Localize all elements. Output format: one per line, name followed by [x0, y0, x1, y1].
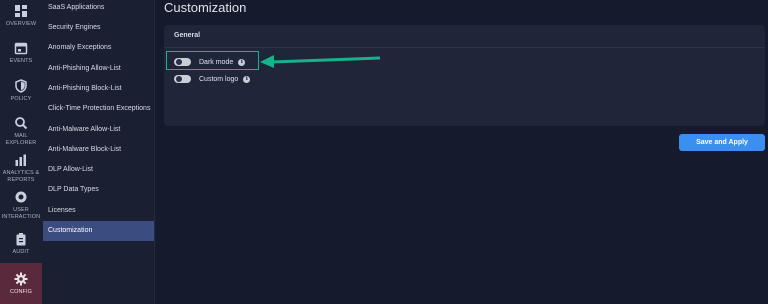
rail-label-events: EVENTS [9, 58, 33, 64]
submenu-item-security-engines[interactable]: Security Engines [43, 18, 154, 38]
setting-row-custom-logo: Custom logo i [174, 73, 251, 85]
toggle-knob [176, 76, 182, 82]
rail-label-analytics-reports: ANALYTICS & REPORTS [2, 170, 40, 183]
rail-item-audit[interactable]: AUDIT [0, 232, 42, 256]
section-heading: General [174, 32, 201, 39]
user-interaction-icon [15, 191, 27, 203]
submenu-item-licenses[interactable]: Licenses [43, 201, 154, 221]
rail-label-overview: OVERVIEW [5, 21, 37, 27]
rail-label-mail-explorer: MAIL EXPLORER [5, 133, 37, 146]
clipboard-icon [16, 233, 26, 246]
submenu-item-anti-phishing-allow-list[interactable]: Anti-Phishing Allow-List [43, 59, 154, 79]
rail-item-analytics-reports[interactable]: ANALYTICS & REPORTS [0, 153, 42, 184]
submenu-item-click-time-protection-exceptions[interactable]: Click-Time Protection Exceptions [43, 99, 154, 119]
submenu-item-dlp-allow-list[interactable]: DLP Allow-List [43, 160, 154, 180]
submenu-item-saas-applications[interactable]: SaaS Applications [43, 0, 154, 18]
page-title: Customization [164, 0, 247, 15]
submenu-item-anti-malware-block-list[interactable]: Anti-Malware Block-List [43, 140, 154, 160]
dashboard-icon [15, 5, 27, 17]
annotation-highlight-box [166, 51, 259, 70]
left-nav-rail: OVERVIEW EVENTS POLICY MAIL EXPLORER ANA… [0, 0, 43, 304]
rail-item-events[interactable]: EVENTS [0, 41, 42, 65]
rail-label-user-interaction: USER INTERACTION [1, 207, 41, 220]
annotation-arrow-icon [260, 55, 381, 68]
info-icon[interactable]: i [243, 75, 251, 83]
search-icon [15, 117, 28, 130]
submenu-item-customization[interactable]: Customization [43, 221, 154, 241]
submenu-item-anti-malware-allow-list[interactable]: Anti-Malware Allow-List [43, 120, 154, 140]
submenu-item-anti-phishing-block-list[interactable]: Anti-Phishing Block-List [43, 79, 154, 99]
submenu-item-dlp-data-types[interactable]: DLP Data Types [43, 180, 154, 200]
config-submenu: SaaS Applications Security Engines Anoma… [42, 0, 155, 304]
section-divider [164, 47, 765, 48]
shield-icon [15, 79, 27, 93]
save-and-apply-button[interactable]: Save and Apply [679, 134, 765, 151]
rail-item-user-interaction[interactable]: USER INTERACTION [0, 190, 42, 221]
rail-item-mail-explorer[interactable]: MAIL EXPLORER [0, 116, 42, 147]
gear-icon [14, 272, 28, 285]
rail-item-config[interactable]: CONFIG [0, 263, 42, 304]
rail-item-policy[interactable]: POLICY [0, 79, 42, 103]
rail-label-policy: POLICY [10, 96, 32, 102]
custom-logo-label: Custom logo [199, 75, 239, 83]
bar-chart-icon [15, 154, 26, 166]
rail-label-audit: AUDIT [12, 249, 30, 255]
submenu-item-anomaly-exceptions[interactable]: Anomaly Exceptions [43, 38, 154, 58]
rail-item-overview[interactable]: OVERVIEW [0, 4, 42, 28]
general-settings-panel: General Dark mode i Custom logo i [164, 25, 765, 126]
rail-label-config: CONFIG [10, 288, 32, 295]
calendar-icon [14, 42, 28, 55]
custom-logo-toggle[interactable] [174, 75, 191, 83]
